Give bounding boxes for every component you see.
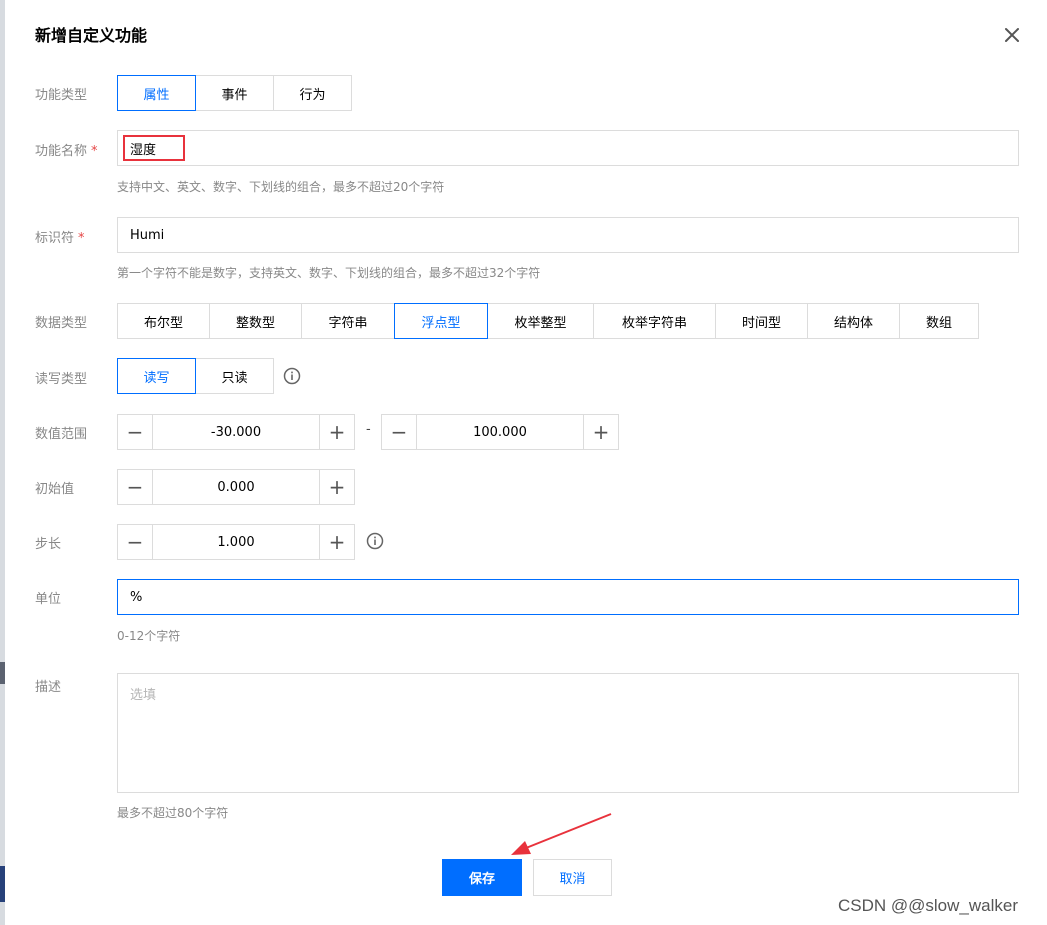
save-button[interactable]: 保存 xyxy=(442,859,522,896)
minus-button[interactable]: − xyxy=(117,414,153,450)
add-custom-function-dialog: 新增自定义功能 功能类型 属性 事件 行为 功能名称 * 湿度 支持中文、英文、数… xyxy=(5,0,1047,925)
function-name-label: 功能名称 * xyxy=(35,140,98,159)
range-separator: - xyxy=(366,422,371,437)
function-name-hint: 支持中文、英文、数字、下划线的组合，最多不超过20个字符 xyxy=(117,180,445,194)
initial-value-value[interactable]: 0.000 xyxy=(153,469,319,505)
option-property[interactable]: 属性 xyxy=(117,75,196,111)
value-range-label: 数值范围 xyxy=(35,427,88,442)
plus-button[interactable]: + xyxy=(319,469,355,505)
minus-button[interactable]: − xyxy=(381,414,417,450)
dialog-title: 新增自定义功能 xyxy=(35,26,148,45)
option-float[interactable]: 浮点型 xyxy=(394,303,488,339)
unit-input[interactable]: % xyxy=(117,579,1019,615)
range-min-stepper: − -30.000 + xyxy=(117,414,355,450)
option-struct[interactable]: 结构体 xyxy=(807,303,900,339)
range-max-stepper: − 100.000 + xyxy=(381,414,619,450)
initial-value-stepper: − 0.000 + xyxy=(117,469,355,505)
option-read-write[interactable]: 读写 xyxy=(117,358,196,394)
identifier-label-text: 标识符 xyxy=(35,231,75,246)
plus-button[interactable]: + xyxy=(319,414,355,450)
watermark: CSDN @@slow_walker xyxy=(838,896,1018,915)
range-min-value[interactable]: -30.000 xyxy=(153,414,319,450)
unit-label: 单位 xyxy=(35,592,62,607)
step-label: 步长 xyxy=(35,537,62,552)
option-time[interactable]: 时间型 xyxy=(715,303,808,339)
rw-type-selector: 读写 只读 xyxy=(117,358,274,394)
function-name-input[interactable]: 湿度 xyxy=(117,130,1019,166)
option-event[interactable]: 事件 xyxy=(195,75,274,111)
identifier-hint: 第一个字符不能是数字，支持英文、数字、下划线的组合，最多不超过32个字符 xyxy=(117,266,541,280)
option-enum-int[interactable]: 枚举整型 xyxy=(487,303,594,339)
plus-button[interactable]: + xyxy=(319,524,355,560)
annotation-highlight-box xyxy=(123,135,185,161)
step-stepper: − 1.000 + xyxy=(117,524,355,560)
plus-button[interactable]: + xyxy=(583,414,619,450)
step-value[interactable]: 1.000 xyxy=(153,524,319,560)
identifier-input[interactable]: Humi xyxy=(117,217,1019,253)
function-type-label: 功能类型 xyxy=(35,88,88,103)
range-max-value[interactable]: 100.000 xyxy=(417,414,583,450)
minus-button[interactable]: − xyxy=(117,524,153,560)
description-hint: 最多不超过80个字符 xyxy=(117,806,229,820)
unit-value: % xyxy=(130,589,143,605)
option-array[interactable]: 数组 xyxy=(899,303,979,339)
function-name-label-text: 功能名称 xyxy=(35,144,88,159)
option-enum-string[interactable]: 枚举字符串 xyxy=(593,303,716,339)
identifier-value: Humi xyxy=(130,227,165,243)
option-action[interactable]: 行为 xyxy=(273,75,352,111)
option-string[interactable]: 字符串 xyxy=(301,303,395,339)
info-icon[interactable] xyxy=(283,367,301,385)
description-textarea[interactable]: 选填 xyxy=(117,673,1019,793)
cancel-button[interactable]: 取消 xyxy=(533,859,612,896)
info-icon[interactable] xyxy=(366,532,384,550)
function-type-selector: 属性 事件 行为 xyxy=(117,75,352,111)
data-type-label: 数据类型 xyxy=(35,316,88,331)
rw-type-label: 读写类型 xyxy=(35,372,88,387)
data-type-selector: 布尔型 整数型 字符串 浮点型 枚举整型 枚举字符串 时间型 结构体 数组 xyxy=(117,303,979,339)
initial-value-label: 初始值 xyxy=(35,482,75,497)
option-bool[interactable]: 布尔型 xyxy=(117,303,210,339)
description-label: 描述 xyxy=(35,680,62,695)
required-mark: * xyxy=(91,144,98,159)
identifier-label: 标识符 * xyxy=(35,227,85,246)
close-icon[interactable] xyxy=(1001,24,1023,46)
unit-hint: 0-12个字符 xyxy=(117,629,181,643)
required-mark: * xyxy=(78,231,85,246)
annotation-arrow-icon xyxy=(511,813,612,855)
option-int[interactable]: 整数型 xyxy=(209,303,302,339)
option-read-only[interactable]: 只读 xyxy=(195,358,274,394)
minus-button[interactable]: − xyxy=(117,469,153,505)
